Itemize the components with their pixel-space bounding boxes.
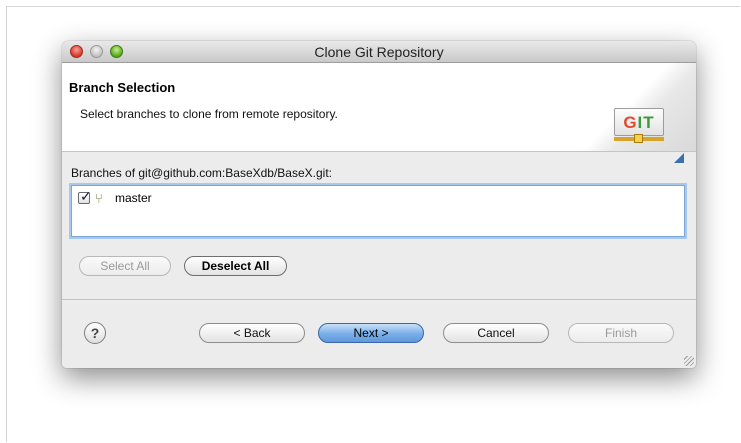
wizard-page-title: Branch Selection <box>69 80 176 95</box>
checkmark-icon: ✓ <box>80 188 92 204</box>
window-title: Clone Git Repository <box>314 44 444 60</box>
resize-grip[interactable] <box>684 356 694 366</box>
select-all-button[interactable]: Select All <box>79 256 171 276</box>
branch-icon: ⑂ <box>95 191 103 206</box>
next-button[interactable]: Next > <box>318 323 424 343</box>
git-logo-icon: GIT <box>614 108 664 136</box>
deselect-all-button[interactable]: Deselect All <box>184 256 287 276</box>
git-logo-arrow-icon <box>674 153 684 163</box>
git-logo-node <box>634 134 643 143</box>
window-titlebar[interactable]: Clone Git Repository <box>62 41 696 63</box>
branch-name: master <box>115 191 152 205</box>
footer-separator <box>62 299 696 300</box>
finish-button[interactable]: Finish <box>568 323 674 343</box>
back-button[interactable]: < Back <box>199 323 305 343</box>
help-icon[interactable]: ? <box>84 322 106 344</box>
wizard-banner: Branch Selection Select branches to clon… <box>62 63 696 163</box>
clone-git-repository-dialog: Clone Git Repository Branch Selection Se… <box>62 41 696 368</box>
branch-checkbox[interactable]: ✓ <box>78 188 92 204</box>
cancel-button[interactable]: Cancel <box>443 323 549 343</box>
branches-label: Branches of git@github.com:BaseXdb/BaseX… <box>71 166 332 180</box>
wizard-page-description: Select branches to clone from remote rep… <box>80 107 338 121</box>
branch-list[interactable]: ✓ ⑂ master <box>71 185 685 237</box>
